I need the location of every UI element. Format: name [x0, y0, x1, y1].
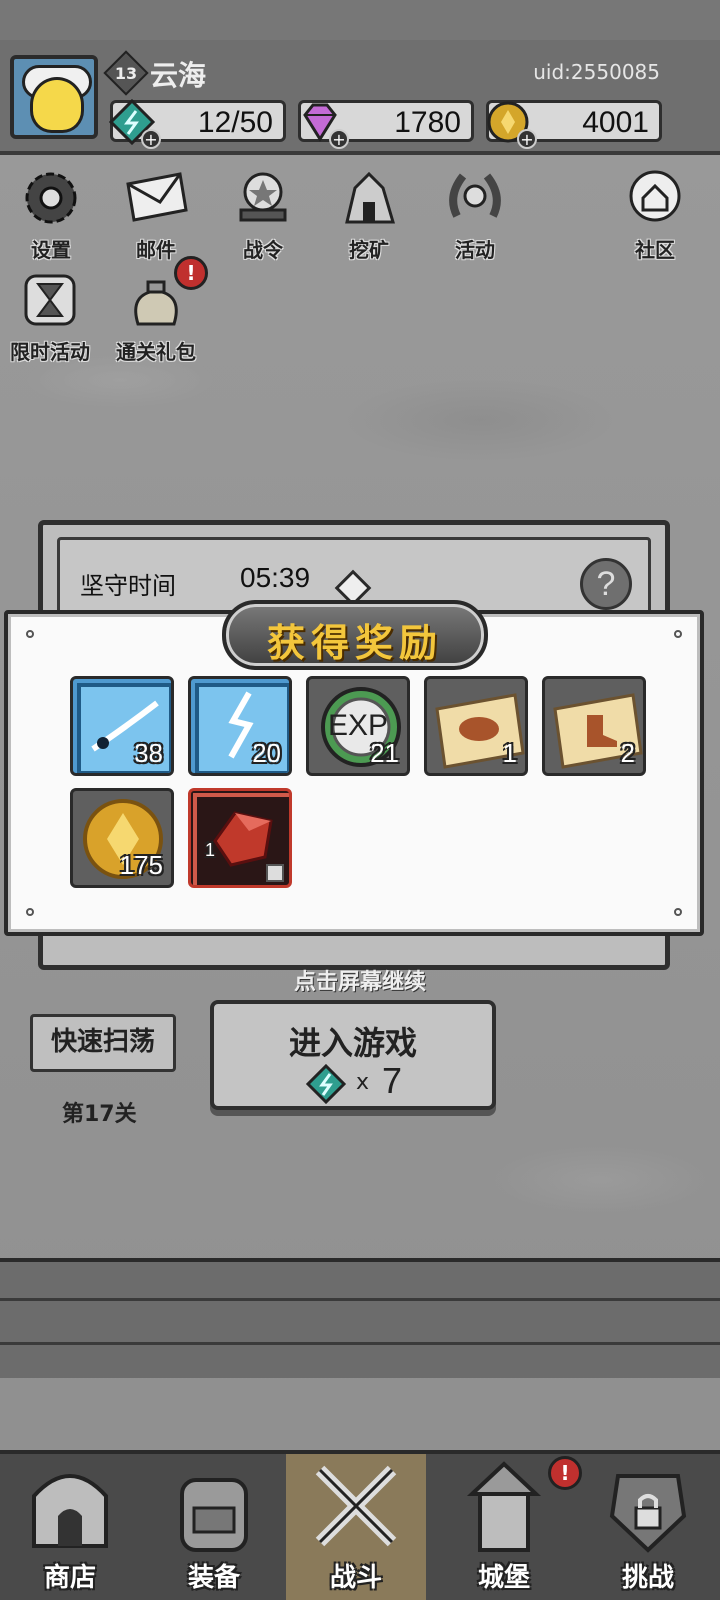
- reward-slot-boot-scroll[interactable]: 2: [542, 676, 646, 776]
- battle-pass-menu[interactable]: 战令: [228, 166, 298, 263]
- player-avatar[interactable]: [10, 55, 98, 139]
- reward-qty: 38: [134, 738, 163, 768]
- nav-label-shop: 商店: [43, 1563, 96, 1593]
- gear-icon: [25, 172, 77, 224]
- corner-pin-icon: [674, 630, 682, 638]
- crossed-swords-icon: [315, 1465, 397, 1547]
- reward-qty: 21: [370, 738, 399, 768]
- gem-value: 1780: [394, 106, 461, 139]
- corner-pin-icon: [26, 630, 34, 638]
- enter-game-button[interactable]: 进入游戏 x 7: [210, 1000, 496, 1110]
- player-level: 13: [114, 64, 138, 83]
- mine-rock-icon: [345, 171, 396, 224]
- laurel-icon: [449, 173, 501, 218]
- reward-slot-lightning-skill[interactable]: 20: [188, 676, 292, 776]
- gem-plus-icon[interactable]: +: [329, 129, 349, 149]
- help-button[interactable]: ?: [580, 558, 632, 610]
- cost-value: 7: [382, 1060, 403, 1101]
- avatar-face: [30, 77, 84, 133]
- settings-label: 设置: [31, 238, 71, 262]
- hold-time-value: 05:39: [240, 562, 311, 593]
- reward-slot-gold[interactable]: 175: [70, 788, 174, 888]
- nav-tab-battle[interactable]: 战斗: [286, 1454, 426, 1600]
- nav-tab-equipment[interactable]: 装备: [144, 1454, 284, 1600]
- stamina-plus-icon[interactable]: +: [141, 129, 161, 149]
- stamina-value: 12/50: [197, 106, 273, 139]
- stamina-resource[interactable]: + 12/50: [109, 99, 286, 149]
- nav-label-battle: 战斗: [329, 1563, 382, 1593]
- reward-slot-slash-skill[interactable]: 38: [70, 676, 174, 776]
- settings-menu[interactable]: 设置: [16, 166, 86, 263]
- nav-tab-challenge[interactable]: 挑战: [578, 1454, 718, 1600]
- community-label: 社区: [635, 238, 675, 262]
- reward-qty: 20: [252, 738, 281, 768]
- gold-resource[interactable]: + 4001: [486, 100, 662, 149]
- castle-alert-badge: !: [548, 1456, 582, 1490]
- hold-time-label: 坚守时间: [80, 572, 176, 600]
- corner-pin-icon: [674, 908, 682, 916]
- reward-slot-hat-scroll[interactable]: 1: [424, 676, 528, 776]
- gold-plus-icon[interactable]: +: [517, 129, 537, 149]
- mail-icon: [126, 172, 188, 222]
- clear-gift-label: 通关礼包: [116, 340, 196, 364]
- mail-menu[interactable]: 邮件: [118, 166, 194, 263]
- status-strip: [0, 0, 720, 40]
- hourglass-icon: [24, 274, 76, 326]
- reward-slot-exp[interactable]: EXP 21: [306, 676, 410, 776]
- nav-label-challenge: 挑战: [621, 1563, 674, 1593]
- reward-slot-red-crystal[interactable]: 1: [188, 788, 292, 888]
- enter-game-label: 进入游戏: [288, 1024, 417, 1062]
- quick-sweep-button[interactable]: 快速扫荡: [30, 1014, 176, 1072]
- reward-title-plate: 获得奖励: [222, 600, 488, 670]
- mining-label: 挖矿: [349, 238, 389, 262]
- backpack-icon: [180, 1478, 248, 1552]
- gem-resource[interactable]: + 1780: [298, 100, 474, 149]
- gold-value: 4001: [582, 106, 649, 139]
- reward-qty: 1: [502, 738, 517, 768]
- home-bubble-icon: [629, 170, 681, 222]
- battle-pass-label: 战令: [243, 238, 283, 262]
- mining-menu[interactable]: 挖矿: [334, 166, 404, 263]
- bottom-nav: 商店 装备 战斗 城堡 ! 挑战: [0, 1450, 720, 1600]
- reward-qty: 1: [205, 840, 216, 860]
- tap-to-continue[interactable]: 点击屏幕继续: [0, 964, 720, 996]
- limited-events-menu[interactable]: 限时活动: [4, 268, 96, 365]
- floor-planks: [0, 1258, 720, 1378]
- stage-label: 第17关: [62, 1102, 137, 1127]
- cost-multiplier: x: [356, 1070, 370, 1095]
- events-label: 活动: [455, 238, 495, 262]
- top-bar: 13 云海 uid:2550085 + 12/50 + 1780 + 4001: [0, 40, 720, 155]
- player-uid: uid:2550085: [533, 60, 660, 84]
- nav-label-equipment: 装备: [187, 1563, 240, 1593]
- corner-pin-icon: [26, 908, 34, 916]
- nav-tab-shop[interactable]: 商店: [0, 1454, 140, 1600]
- reward-qty: 175: [119, 850, 163, 880]
- castle-tower-icon: [466, 1461, 542, 1552]
- plank-line: [0, 1342, 720, 1345]
- nav-label-castle: 城堡: [477, 1563, 530, 1593]
- reward-title: 获得奖励: [266, 621, 443, 665]
- limited-events-label: 限时活动: [10, 340, 90, 364]
- plank-line: [0, 1298, 720, 1301]
- battle-pass-icon: [239, 172, 287, 222]
- stamina-icon: [306, 1064, 346, 1104]
- community-menu[interactable]: 社区: [620, 166, 690, 263]
- gift-alert-badge: !: [174, 256, 208, 290]
- player-name: 云海: [150, 59, 207, 92]
- reward-qty: 2: [620, 738, 635, 768]
- events-menu[interactable]: 活动: [440, 166, 510, 263]
- shop-hut-icon: [32, 1474, 108, 1548]
- locked-armor-icon: [609, 1474, 687, 1553]
